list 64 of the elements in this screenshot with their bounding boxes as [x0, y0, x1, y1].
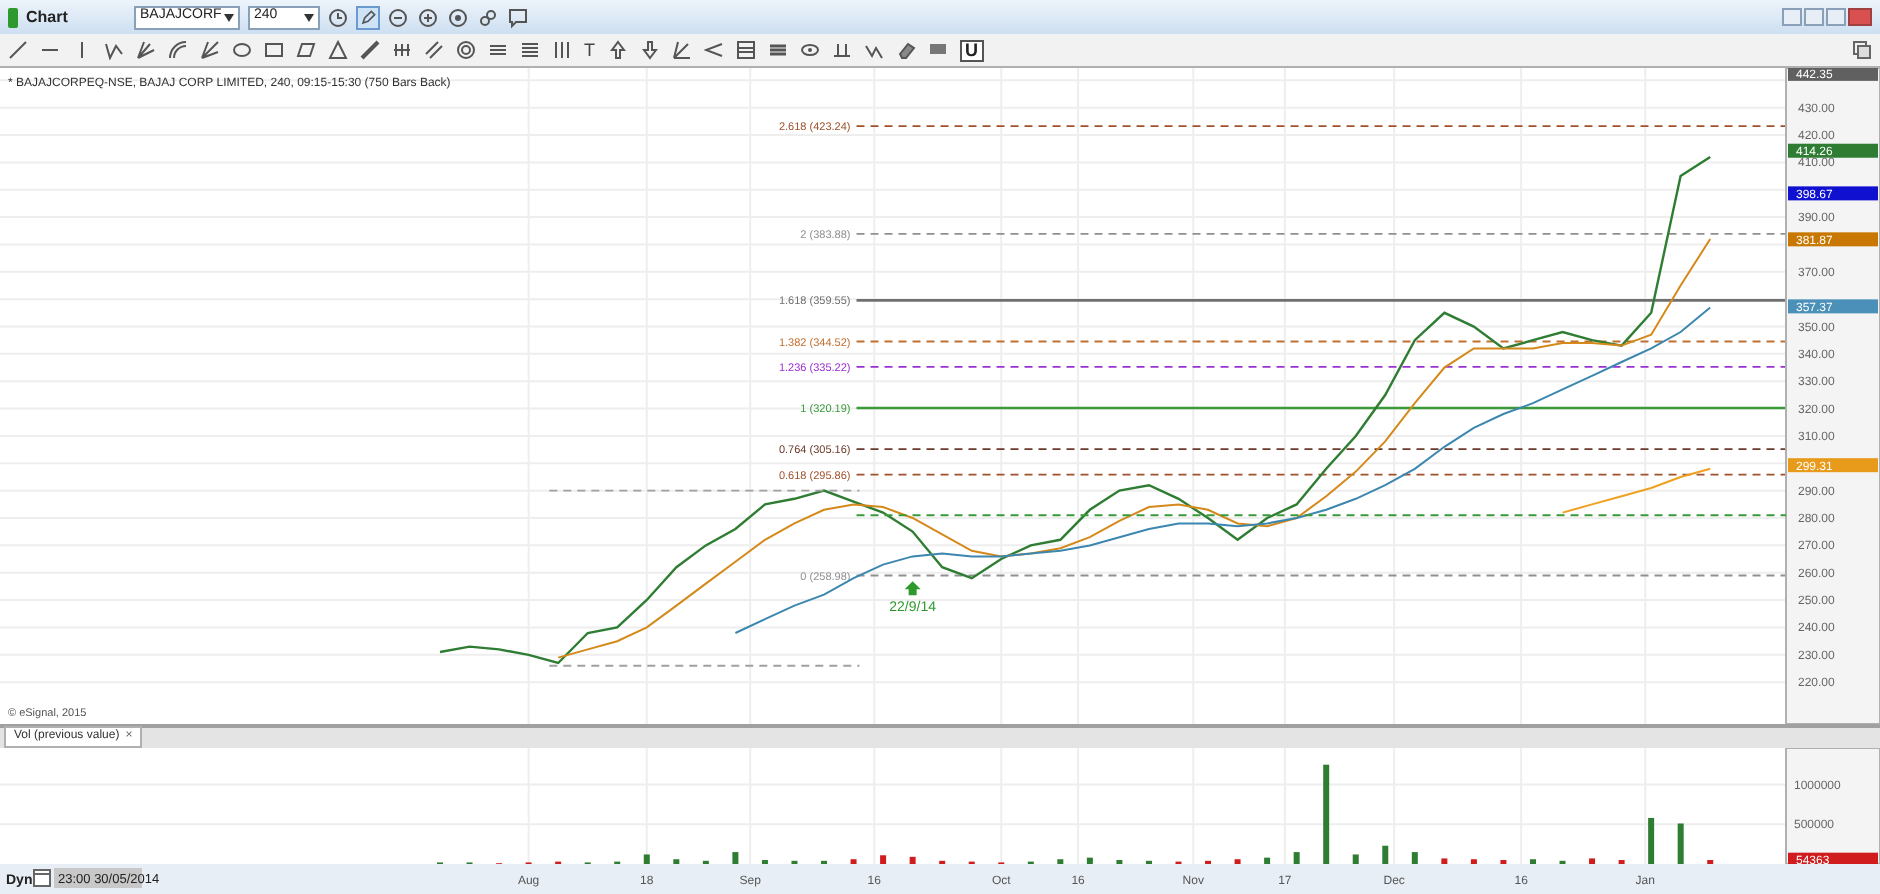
- volume-bar: [880, 855, 887, 864]
- caret-icon: [304, 13, 314, 21]
- grid-box-icon[interactable]: [735, 40, 755, 60]
- note-icon[interactable]: [506, 5, 530, 29]
- volume-bar: [909, 856, 916, 864]
- volume-bar: [1382, 845, 1389, 864]
- eraser-icon[interactable]: [895, 40, 915, 60]
- target-icon[interactable]: [456, 40, 476, 60]
- copy-icon[interactable]: [1852, 40, 1872, 60]
- zoom-out-icon[interactable]: [386, 5, 410, 29]
- volume-bar: [1323, 764, 1330, 864]
- clock-icon[interactable]: [326, 5, 350, 29]
- volume-bar: [1057, 859, 1064, 864]
- calendar-icon[interactable]: [33, 869, 51, 887]
- arrow-down-tool-icon[interactable]: [639, 40, 659, 60]
- ellipse-icon[interactable]: [232, 40, 252, 60]
- volume-bar: [850, 859, 857, 864]
- caret-icon: [224, 13, 234, 21]
- vertical-bars-icon[interactable]: [552, 40, 572, 60]
- volume-bar: [1086, 857, 1093, 864]
- rectangle-icon[interactable]: [264, 40, 284, 60]
- pitchfork-icon[interactable]: [136, 40, 156, 60]
- triangle-icon[interactable]: [328, 40, 348, 60]
- volume-bar: [1470, 859, 1477, 864]
- volume-bar: [1589, 858, 1596, 864]
- wave-icon[interactable]: [863, 40, 883, 60]
- volume-bar: [1411, 852, 1418, 864]
- cycle-lines-icon[interactable]: [392, 40, 412, 60]
- level-bars-icon[interactable]: [831, 40, 851, 60]
- volume-bar: [1648, 817, 1655, 864]
- stacked-lines-icon[interactable]: [520, 40, 540, 60]
- link-icon[interactable]: [476, 5, 500, 29]
- eye-icon[interactable]: [799, 40, 819, 60]
- text-tool[interactable]: T: [584, 41, 595, 59]
- angle-fan-icon[interactable]: [703, 40, 723, 60]
- band-icon[interactable]: [767, 40, 787, 60]
- volume-bar: [1677, 823, 1684, 864]
- volume-bar: [1234, 859, 1241, 864]
- pencil-icon[interactable]: [356, 5, 380, 29]
- zoom-reset-icon[interactable]: [446, 5, 470, 29]
- equal-lines-icon[interactable]: [488, 40, 508, 60]
- volume-bar: [1264, 857, 1271, 864]
- volume-bar: [673, 859, 680, 864]
- arrow-up-tool-icon[interactable]: [607, 40, 627, 60]
- volume-bar: [1293, 852, 1300, 864]
- volume-bar: [1352, 854, 1359, 864]
- volume-bar: [1441, 858, 1448, 864]
- comment-icon[interactable]: [927, 40, 947, 60]
- angle-icon[interactable]: [671, 40, 691, 60]
- underline-button[interactable]: U: [959, 39, 984, 61]
- parallelogram-icon[interactable]: [296, 40, 316, 60]
- polyline-icon[interactable]: [104, 40, 124, 60]
- fibonacci-arc-icon[interactable]: [168, 40, 188, 60]
- zoom-in-icon[interactable]: [416, 5, 440, 29]
- parallel-lines-icon[interactable]: [424, 40, 444, 60]
- chart-window-icon: [8, 7, 18, 27]
- volume-bar: [1530, 859, 1536, 864]
- volume-bar: [643, 854, 650, 864]
- fan-lines-icon[interactable]: [200, 40, 220, 60]
- up-arrow-icon: [904, 581, 921, 596]
- line-tool-icon[interactable]: [8, 40, 28, 60]
- volume-bar: [732, 852, 739, 864]
- window-title: Chart: [26, 5, 70, 29]
- brush-icon[interactable]: [360, 40, 380, 60]
